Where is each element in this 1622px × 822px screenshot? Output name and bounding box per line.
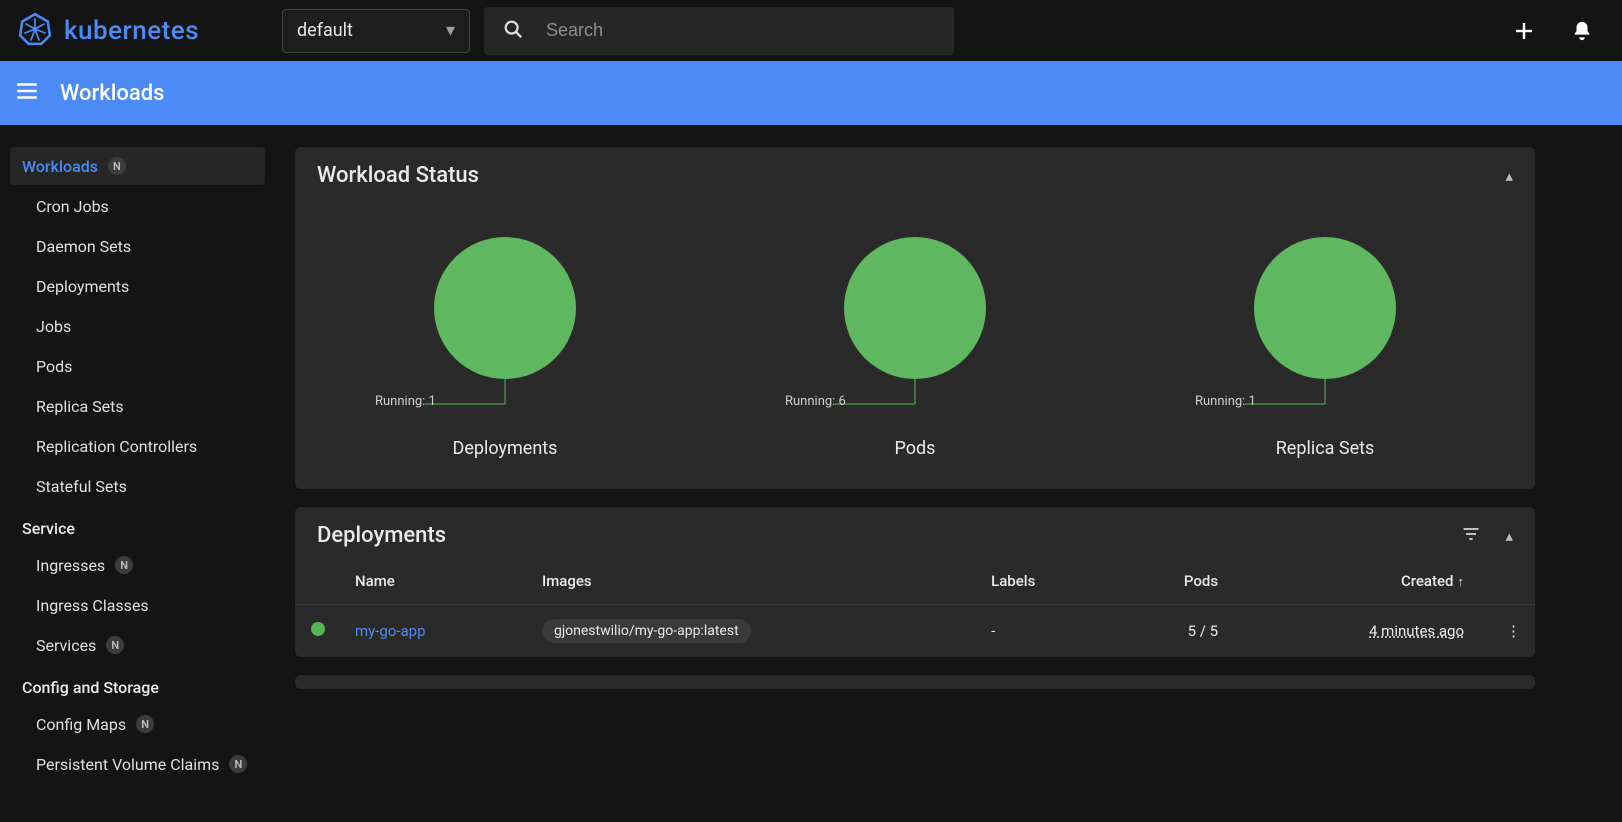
namespace-selected: default <box>297 20 353 41</box>
sidebar-item-replication-controllers[interactable]: Replication Controllers <box>10 427 265 465</box>
sidebar-item-label: Persistent Volume Claims <box>36 755 219 774</box>
donut-running-label: Running: 1 <box>375 394 436 409</box>
brand-text: kubernetes <box>64 16 199 46</box>
sidebar-item-label: Replication Controllers <box>36 437 197 456</box>
filter-icon[interactable] <box>1461 524 1481 548</box>
sidebar-item-label: Cron Jobs <box>36 197 109 216</box>
sidebar-item-label: Workloads <box>22 157 98 176</box>
create-button[interactable] <box>1502 9 1546 53</box>
donut-title: Pods <box>895 438 936 459</box>
hamburger-icon[interactable] <box>14 78 40 108</box>
status-donut: Running: 6 Pods <box>785 222 1045 459</box>
sidebar-item-label: Jobs <box>36 317 71 336</box>
collapse-icon[interactable]: ▴ <box>1505 167 1513 185</box>
chevron-down-icon: ▾ <box>446 20 455 41</box>
sidebar-item-deployments[interactable]: Deployments <box>10 267 265 305</box>
donut-title: Deployments <box>453 438 558 459</box>
ns-badge: N <box>108 157 126 175</box>
donut-running-label: Running: 6 <box>785 394 846 409</box>
status-donut: Running: 1 Replica Sets <box>1195 222 1455 459</box>
sidebar-item-label: Services <box>36 636 96 655</box>
sidebar-item-label: Ingresses <box>36 556 105 575</box>
status-running-icon <box>311 622 325 636</box>
workload-status-card: Workload Status ▴ Running: 1 Deployments… <box>295 147 1535 489</box>
next-card-peek <box>295 675 1535 689</box>
workload-status-title: Workload Status <box>317 163 479 188</box>
deployment-name-link[interactable]: my-go-app <box>355 622 426 640</box>
labels-cell: - <box>977 605 1114 658</box>
col-labels[interactable]: Labels <box>977 558 1114 605</box>
sidebar-item-label: Deployments <box>36 277 129 296</box>
k8s-logo-icon <box>18 12 52 50</box>
sidebar-item-label: Daemon Sets <box>36 237 131 256</box>
sidebar-item-jobs[interactable]: Jobs <box>10 307 265 345</box>
search-icon <box>502 18 524 44</box>
sidebar-item-replica-sets[interactable]: Replica Sets <box>10 387 265 425</box>
sidebar-item-config-maps[interactable]: Config Maps N <box>10 705 265 743</box>
sidebar-item-daemon-sets[interactable]: Daemon Sets <box>10 227 265 265</box>
sidebar-item-pvc[interactable]: Persistent Volume Claims N <box>10 745 265 783</box>
sidebar-item-label: Config Maps <box>36 715 126 734</box>
donut-title: Replica Sets <box>1276 438 1375 459</box>
col-images[interactable]: Images <box>528 558 977 605</box>
sidebar-item-pods[interactable]: Pods <box>10 347 265 385</box>
sidebar-item-stateful-sets[interactable]: Stateful Sets <box>10 467 265 505</box>
sidebar-item-ingress-classes[interactable]: Ingress Classes <box>10 586 265 624</box>
sidebar-item-cron-jobs[interactable]: Cron Jobs <box>10 187 265 225</box>
notifications-icon[interactable] <box>1560 9 1604 53</box>
donut-running-label: Running: 1 <box>1195 394 1256 409</box>
sidebar-item-services[interactable]: Services N <box>10 626 265 664</box>
sidebar-item-label: Pods <box>36 357 72 376</box>
sort-asc-icon: ↑ <box>1458 575 1465 590</box>
created-cell: 4 minutes ago <box>1369 622 1464 640</box>
pods-cell: 5 / 5 <box>1114 605 1232 658</box>
sidebar-header-config: Config and Storage <box>10 666 265 703</box>
ns-badge: N <box>106 636 124 654</box>
row-menu-icon[interactable]: ⋮ <box>1506 622 1521 640</box>
sidebar-item-label: Ingress Classes <box>36 596 149 615</box>
collapse-icon[interactable]: ▴ <box>1505 527 1513 545</box>
ns-badge: N <box>136 715 154 733</box>
deployments-card: Deployments ▴ Name Images Labels Pods <box>295 507 1535 657</box>
status-donut: Running: 1 Deployments <box>375 222 635 459</box>
sidebar-item-workloads[interactable]: Workloads N <box>10 147 265 185</box>
sidebar-item-label: Replica Sets <box>36 397 124 416</box>
deployments-title: Deployments <box>317 523 446 548</box>
sidebar: Workloads N Cron Jobs Daemon Sets Deploy… <box>0 125 275 822</box>
sidebar-item-label: Stateful Sets <box>36 477 127 496</box>
col-name[interactable]: Name <box>341 558 528 605</box>
sidebar-header-service: Service <box>10 507 265 544</box>
page-title: Workloads <box>60 81 164 106</box>
search-box[interactable] <box>484 7 954 55</box>
sidebar-item-ingresses[interactable]: Ingresses N <box>10 546 265 584</box>
search-input[interactable] <box>546 20 936 41</box>
ns-badge: N <box>115 556 133 574</box>
namespace-selector[interactable]: default ▾ <box>282 9 470 53</box>
image-chip: gjonestwilio/my-go-app:latest <box>542 619 751 643</box>
ns-badge: N <box>229 755 247 773</box>
col-created[interactable]: Created↑ <box>1232 558 1492 605</box>
col-pods[interactable]: Pods <box>1114 558 1232 605</box>
table-row[interactable]: my-go-app gjonestwilio/my-go-app:latest … <box>295 605 1535 658</box>
